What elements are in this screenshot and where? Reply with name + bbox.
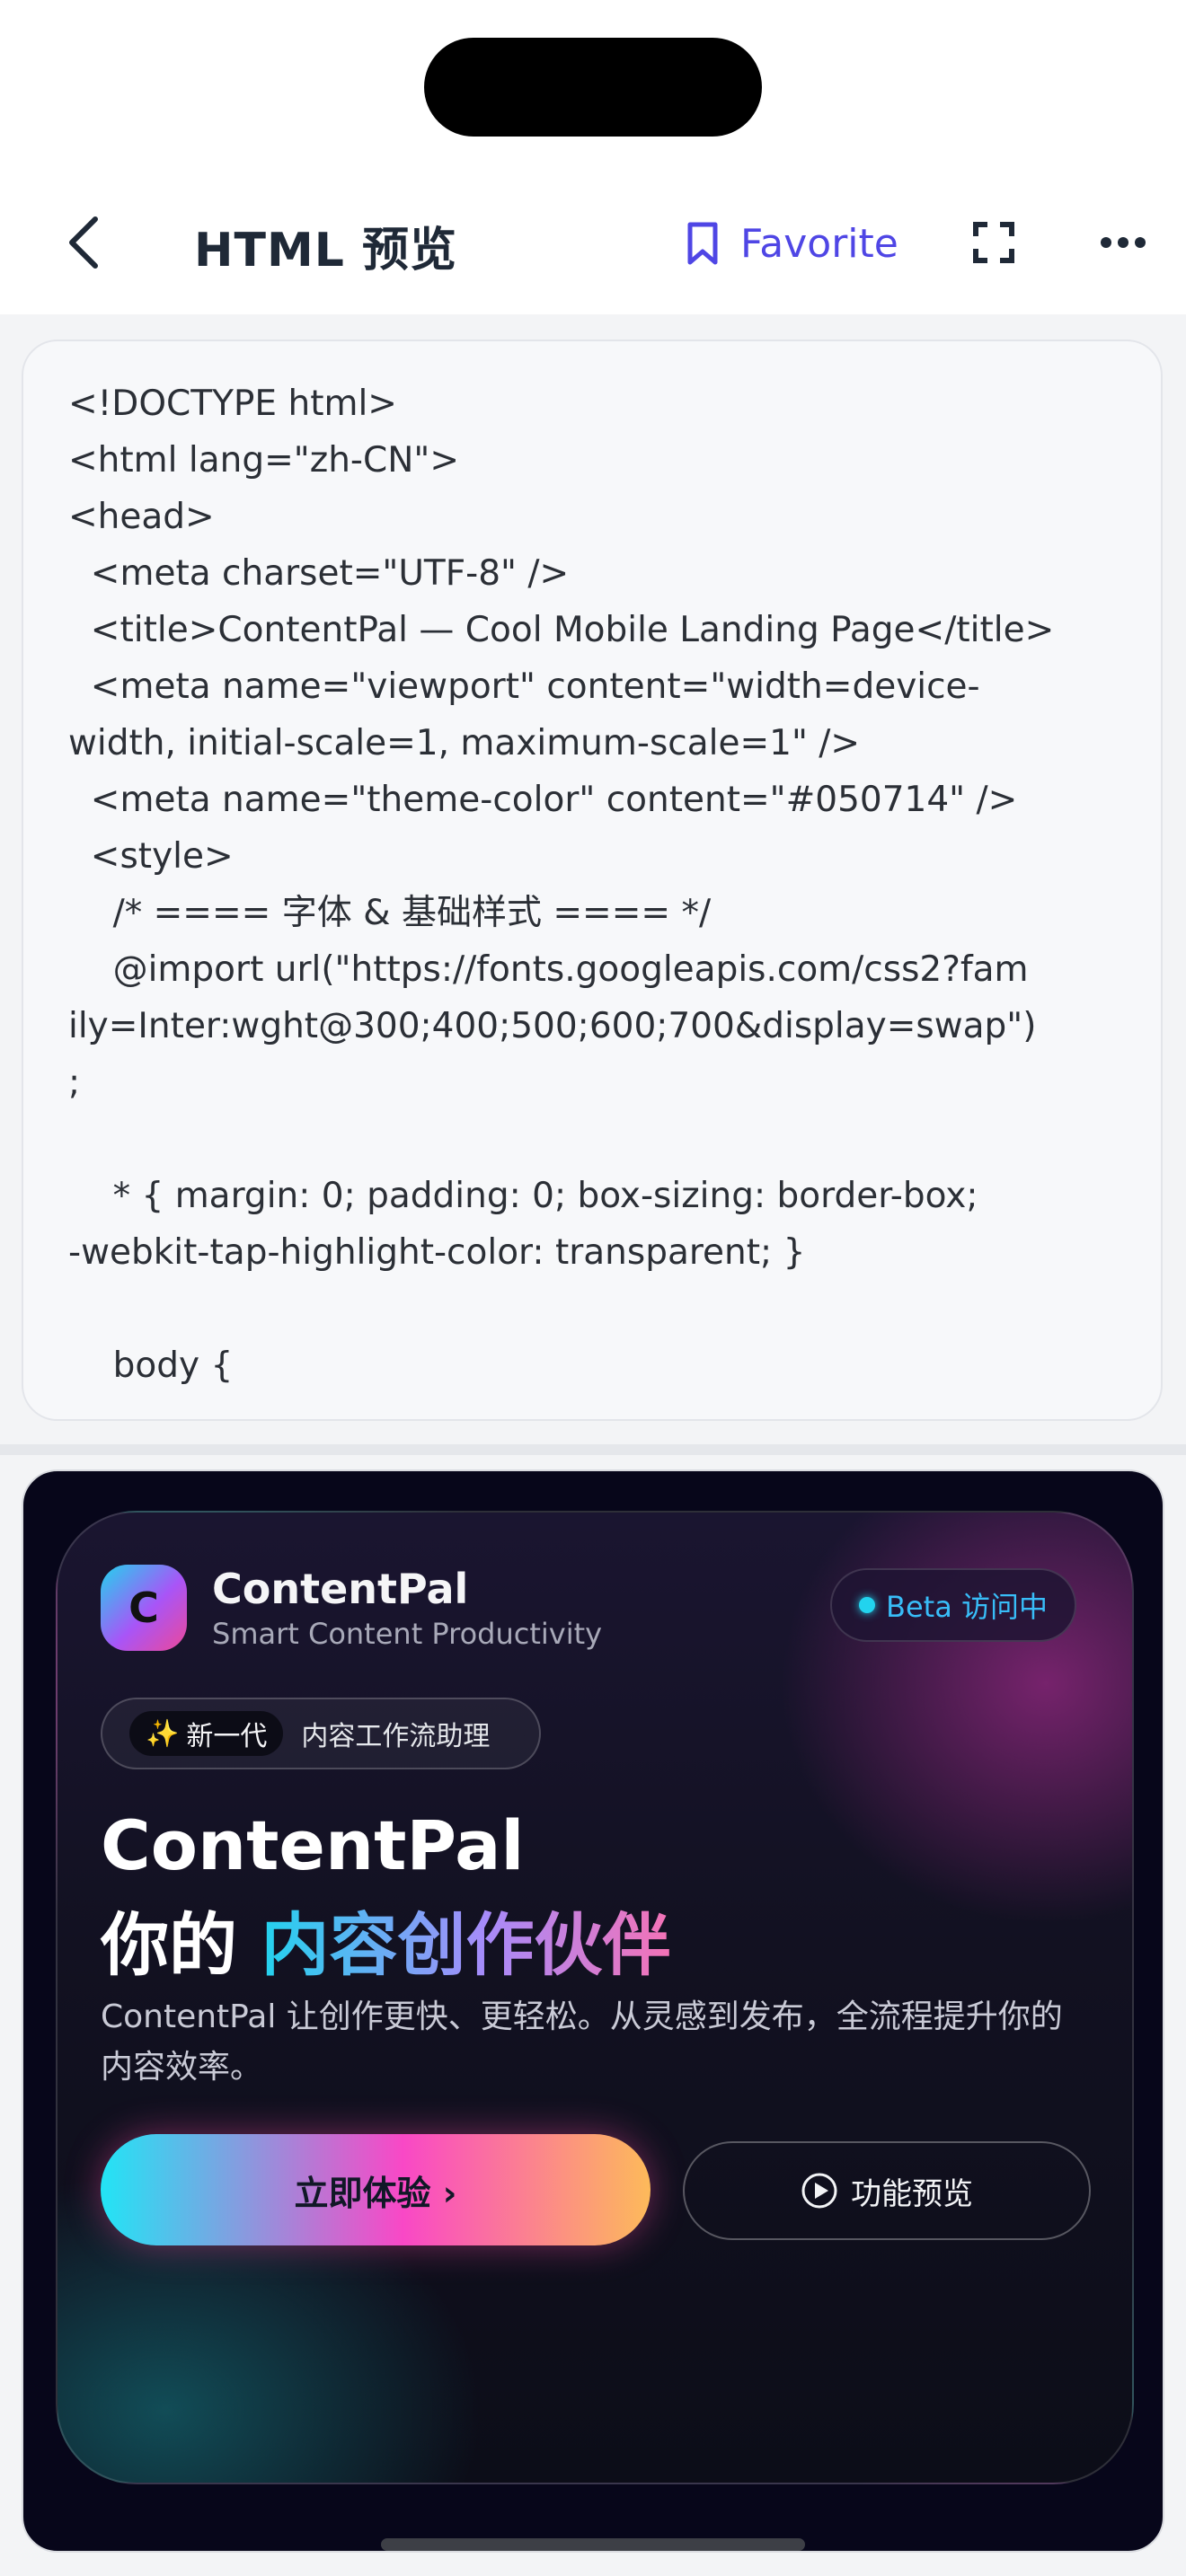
expand-icon (973, 222, 1014, 263)
hero-card: C ContentPal Smart Content Productivity … (56, 1511, 1134, 2484)
favorite-label: Favorite (740, 220, 898, 267)
code-panel[interactable]: <!DOCTYPE html> <html lang="zh-CN"> <hea… (22, 340, 1163, 1421)
brand-name: ContentPal (212, 1565, 469, 1613)
brand-tagline: Smart Content Productivity (212, 1617, 603, 1651)
hero-headline: ContentPal (101, 1805, 525, 1885)
try-now-button[interactable]: 立即体验 › (101, 2134, 651, 2245)
feature-tag: ✨ 新一代 (129, 1711, 284, 1756)
feature-preview-button[interactable]: 功能预览 (683, 2141, 1091, 2240)
code-source: <!DOCTYPE html> <html lang="zh-CN"> <hea… (68, 384, 1055, 1386)
hero-subheadline-highlight: 内容创作伙伴 (261, 1905, 671, 1985)
more-button[interactable] (1087, 207, 1159, 278)
feature-tag-label: 新一代 (186, 1721, 268, 1752)
page-title: HTML 预览 (194, 224, 457, 278)
sparkles-icon: ✨ (146, 1717, 180, 1750)
back-button[interactable] (49, 207, 120, 278)
play-circle-icon (801, 2173, 837, 2209)
nav-bar: HTML 预览 Favorite (0, 180, 1186, 314)
bookmark-icon (687, 222, 718, 265)
code-area: <!DOCTYPE html> <html lang="zh-CN"> <hea… (0, 314, 1186, 1444)
beta-badge[interactable]: Beta 访问中 (830, 1568, 1076, 1642)
dynamic-island (424, 38, 762, 137)
chevron-left-icon (69, 216, 98, 269)
more-horizontal-icon (1101, 237, 1146, 248)
expand-button[interactable] (967, 207, 1021, 278)
hero-description: ContentPal 让创作更快、更轻松。从灵感到发布，全流程提升你的内容效率。 (101, 1998, 1063, 2086)
feature-text: 内容工作流助理 (301, 1721, 491, 1752)
hero-subheadline-prefix: 你的 (101, 1905, 261, 1985)
brand-logo: C (101, 1565, 187, 1651)
status-bar (0, 0, 1186, 180)
home-indicator (381, 2538, 805, 2551)
feature-preview-label: 功能预览 (851, 2175, 973, 2212)
status-dot-icon (859, 1597, 875, 1613)
logo-letter: C (128, 1584, 159, 1632)
favorite-button[interactable]: Favorite (685, 212, 898, 275)
hero-subheadline: 你的 内容创作伙伴 (101, 1890, 670, 1989)
preview-area: C ContentPal Smart Content Productivity … (0, 1455, 1186, 2576)
beta-label: Beta 访问中 (886, 1590, 1048, 1624)
feature-pill: ✨ 新一代 内容工作流助理 (101, 1698, 541, 1769)
divider (0, 1444, 1186, 1455)
preview-frame[interactable]: C ContentPal Smart Content Productivity … (22, 1469, 1164, 2553)
